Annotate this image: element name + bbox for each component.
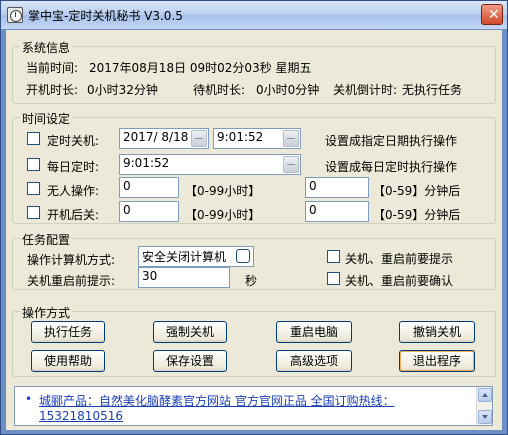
unattended-hours-range: 【0-99小时】	[185, 184, 261, 198]
timed-shutdown-date-value: 2017/ 8/18	[123, 130, 189, 144]
method-dropdown-icon[interactable]	[236, 249, 250, 263]
current-time-value: 2017年08月18日 09时02分03秒 星期五	[89, 61, 312, 75]
system-info-group: 系统信息 当前时间: 2017年08月18日 09时02分03秒 星期五 开机时…	[12, 39, 496, 104]
timed-shutdown-date-picker[interactable]: 2017/ 8/18	[119, 128, 209, 149]
exit-button[interactable]: 退出程序	[399, 350, 475, 372]
promo-phone-link[interactable]: 15321810516	[39, 409, 123, 423]
window-title: 掌中宝-定时关机秘书 V3.0.5	[28, 9, 183, 23]
unattended-minutes-range: 【0-59】分钟后	[373, 184, 461, 198]
vertical-scrollbar[interactable]	[476, 387, 492, 425]
idle-value: 0小时0分钟	[256, 83, 320, 97]
time-spinner-icon[interactable]	[283, 130, 299, 147]
prompt-unit: 秒	[245, 274, 258, 288]
countdown-value: 无执行任务	[402, 83, 463, 97]
time-settings-group: 时间设定 定时关机: 2017/ 8/18 9:01:52 设置成指定日期执行操…	[12, 110, 496, 224]
unattended-minutes-input[interactable]: 0	[305, 177, 369, 198]
timed-shutdown-time-picker[interactable]: 9:01:52	[213, 128, 301, 149]
cancel-shutdown-button[interactable]: 撤销关机	[399, 321, 475, 343]
unattended-label: 无人操作:	[47, 184, 100, 198]
force-shutdown-button[interactable]: 强制关机	[153, 321, 227, 343]
prompt-label: 关机重启前提示:	[27, 274, 116, 288]
close-button[interactable]: ✕	[481, 4, 503, 25]
after-boot-checkbox[interactable]	[27, 206, 40, 219]
uptime-value: 0小时32分钟	[87, 83, 158, 97]
daily-time-picker[interactable]: 9:01:52	[119, 154, 301, 175]
ad-link-panel: • 城郦产品：自然美化脑酵素官方网站 官方官网正品 全国订购热线： 153218…	[14, 386, 493, 426]
method-value: 安全关闭计算机	[142, 250, 227, 264]
after-boot-hours-input[interactable]: 0	[119, 201, 179, 222]
daily-checkbox[interactable]	[27, 158, 40, 171]
execute-task-button[interactable]: 执行任务	[31, 321, 105, 343]
confirm-before-label: 关机、重启前要确认	[345, 274, 454, 288]
timed-shutdown-note: 设置成指定日期执行操作	[325, 134, 458, 148]
method-select[interactable]: 安全关闭计算机	[138, 246, 254, 267]
method-label: 操作计算机方式:	[27, 253, 116, 267]
idle-label: 待机时长:	[193, 83, 246, 97]
daily-label: 每日定时:	[47, 160, 100, 174]
daily-time-spinner-icon[interactable]	[283, 156, 299, 173]
after-boot-label: 开机后关:	[47, 208, 100, 222]
task-config-title: 任务配置	[20, 231, 73, 248]
client-area: 系统信息 当前时间: 2017年08月18日 09时02分03秒 星期五 开机时…	[6, 30, 502, 430]
operations-title: 操作方式	[20, 304, 73, 321]
time-settings-title: 时间设定	[20, 110, 73, 127]
link-bullet: •	[25, 392, 33, 406]
scroll-down-icon[interactable]	[478, 410, 492, 424]
clock-icon	[7, 7, 23, 23]
help-button[interactable]: 使用帮助	[31, 350, 105, 372]
unattended-checkbox[interactable]	[27, 182, 40, 195]
countdown-label: 关机倒计时:	[333, 83, 398, 97]
after-boot-minutes-range: 【0-59】分钟后	[373, 208, 461, 222]
app-window: 掌中宝-定时关机秘书 V3.0.5 ✕ 系统信息 当前时间: 2017年08月1…	[0, 0, 508, 435]
uptime-label: 开机时长:	[26, 83, 79, 97]
advanced-options-button[interactable]: 高级选项	[276, 350, 352, 372]
save-settings-button[interactable]: 保存设置	[153, 350, 227, 372]
timed-shutdown-time-value: 9:01:52	[217, 130, 264, 144]
prompt-before-label: 关机、重启前要提示	[345, 252, 454, 266]
after-boot-hours-range: 【0-99小时】	[185, 208, 261, 222]
scroll-up-icon[interactable]	[478, 388, 492, 402]
unattended-hours-input[interactable]: 0	[119, 177, 179, 198]
prompt-seconds-input[interactable]: 30	[138, 267, 230, 288]
daily-note: 设置成每日定时执行操作	[325, 160, 458, 174]
promo-link[interactable]: 城郦产品：自然美化脑酵素官方网站 官方官网正品 全国订购热线：	[39, 392, 395, 409]
title-bar[interactable]: 掌中宝-定时关机秘书 V3.0.5 ✕	[1, 1, 507, 29]
current-time-label: 当前时间:	[26, 61, 79, 75]
task-config-group: 任务配置 操作计算机方式: 安全关闭计算机 关机重启前提示: 30 秒 关机、重…	[12, 231, 496, 290]
calendar-dropdown-icon[interactable]	[191, 130, 207, 147]
daily-time-value: 9:01:52	[123, 156, 170, 170]
after-boot-minutes-input[interactable]: 0	[305, 201, 369, 222]
operations-group: 操作方式 执行任务 强制关机 重启电脑 撤销关机 使用帮助 保存设置 高级选项 …	[12, 304, 496, 377]
system-info-title: 系统信息	[20, 39, 73, 56]
timed-shutdown-label: 定时关机:	[47, 134, 100, 148]
timed-shutdown-checkbox[interactable]	[27, 132, 40, 145]
prompt-before-checkbox[interactable]	[327, 250, 340, 263]
restart-button[interactable]: 重启电脑	[276, 321, 352, 343]
confirm-before-checkbox[interactable]	[327, 272, 340, 285]
